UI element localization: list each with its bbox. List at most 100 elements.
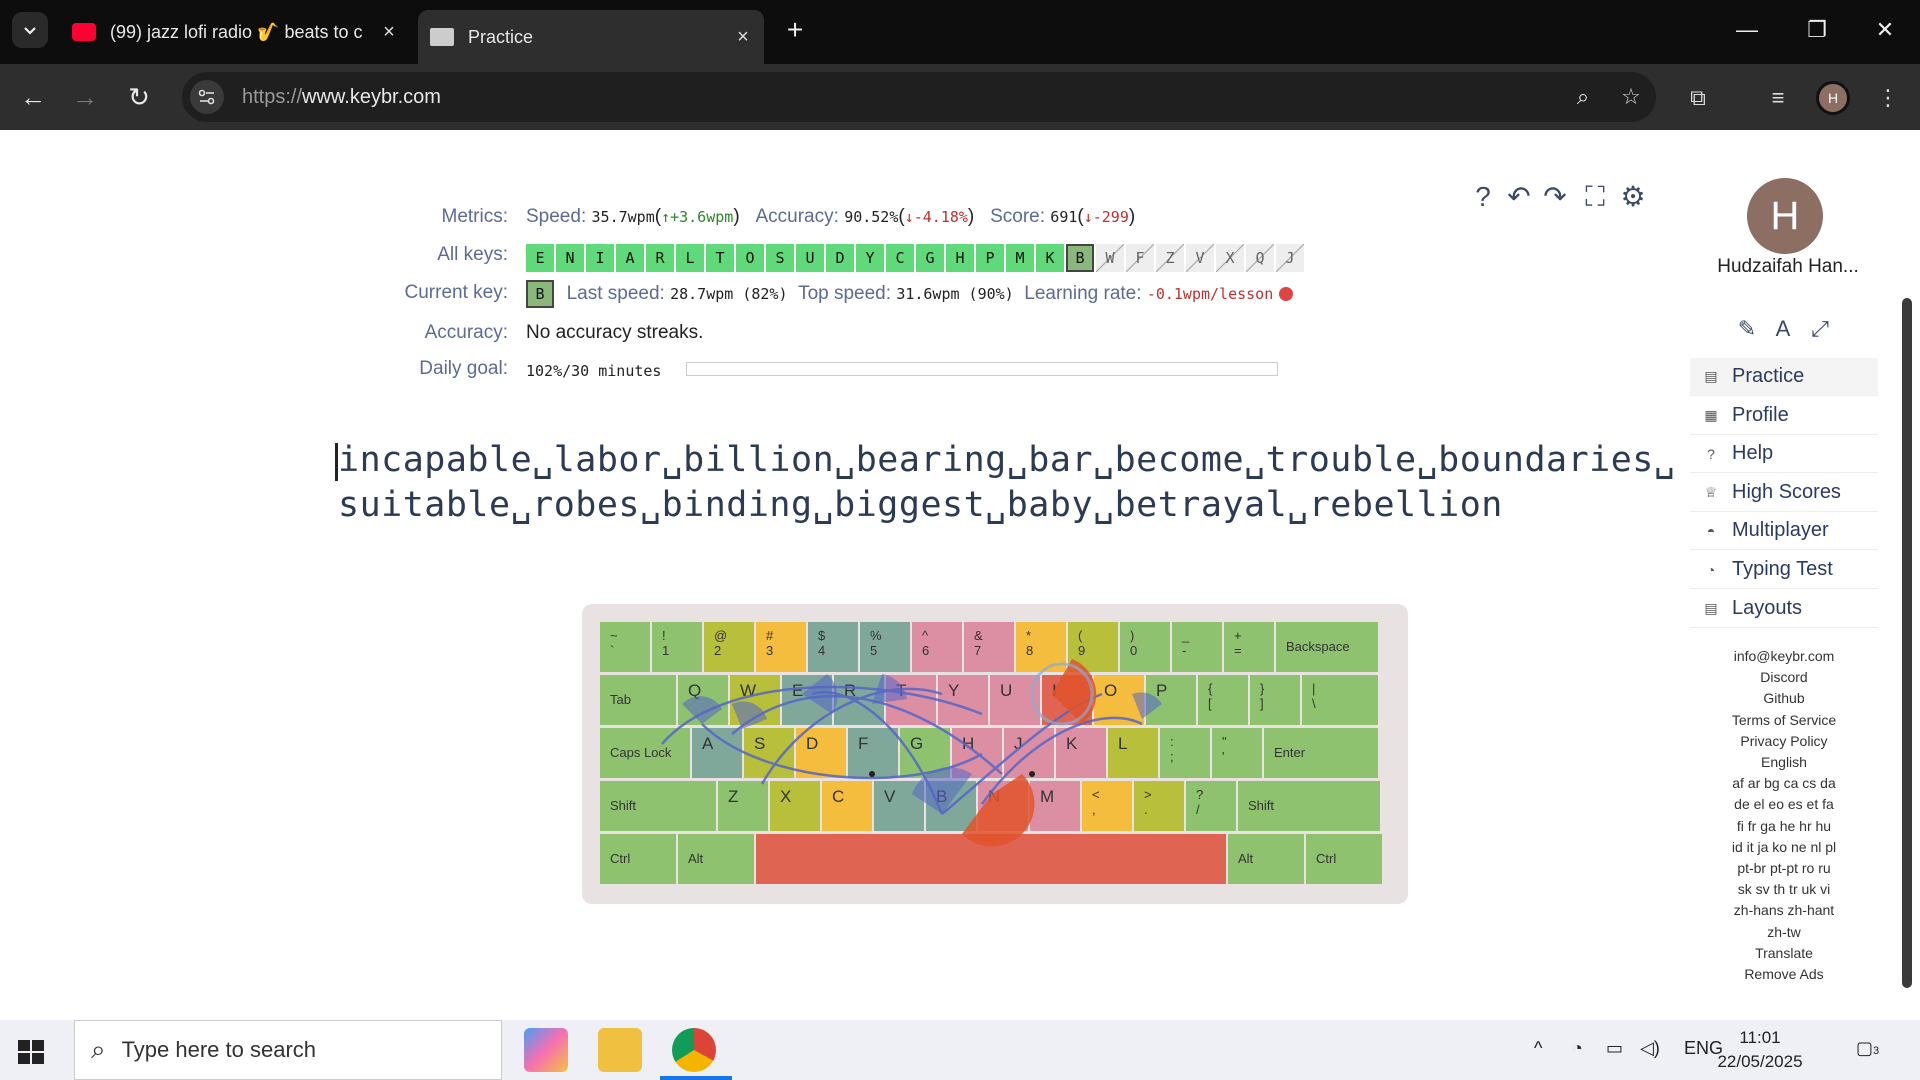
footer-link[interactable]: id it ja ko ne nl pl [1690,839,1878,855]
tab-title: (99) jazz lofi radio 🎷 beats to c [110,21,363,42]
chevron-down-icon [24,27,36,35]
help-icon: ? [1707,445,1715,462]
settings-gear-icon[interactable]: ⚙ [1616,180,1650,214]
practice-text-area[interactable]: incapable␣labor␣billion␣bearing␣bar␣beco… [338,438,1676,528]
close-window-icon[interactable]: ✕ [1860,8,1910,52]
url-scheme: https:// [242,85,303,108]
sidebar-item-profile[interactable]: ▦ Profile [1690,397,1878,435]
font-size-icon[interactable]: A [1766,312,1800,346]
sidebar-item-multiplayer[interactable]: ◓ Multiplayer [1690,512,1878,551]
all-keys-label: All keys: [437,244,508,265]
tray-chevron-icon[interactable]: ^ [1534,1038,1542,1059]
key-chip-g: G [916,244,944,272]
speed-value: 35.7wpm [591,208,655,226]
score-value: 691 [1050,208,1078,226]
sidebar-item-high-scores[interactable]: ♕ High Scores [1690,474,1878,512]
redo-icon[interactable]: ↷ [1538,180,1572,214]
user-avatar[interactable]: H [1747,178,1823,254]
daily-goal-label: Daily goal: [419,358,508,379]
sidebar-item-label: Multiplayer [1732,519,1829,542]
expand-icon[interactable]: ⤢ [1803,312,1837,346]
tab-title: Practice [468,26,534,47]
media-control-icon[interactable]: ≡ [1760,80,1796,116]
bookmark-star-icon[interactable]: ☆ [1614,80,1648,114]
footer-link[interactable]: Translate [1690,945,1878,961]
key-chip-a: A [616,244,644,272]
footer-link[interactable]: zh-hans zh-hant [1690,902,1878,918]
sidebar-item-typing-test[interactable]: ◔ Typing Test [1690,551,1878,589]
sidebar-item-label: Typing Test [1732,558,1833,580]
magic-wand-icon[interactable]: ✎ [1730,312,1764,346]
fullscreen-icon[interactable]: ⛶ [1578,180,1612,214]
restore-icon[interactable]: ❐ [1792,8,1842,52]
profile-avatar[interactable]: H [1816,81,1850,115]
speed-delta: ↑+3.6wpm [661,208,734,226]
key-chip-m: M [1006,244,1034,272]
footer-link[interactable]: Remove Ads [1690,966,1878,982]
site-info-icon[interactable] [190,80,224,114]
current-key-label: Current key: [404,282,508,303]
minimize-icon[interactable]: — [1722,8,1772,52]
close-tab-icon[interactable]: × [376,21,402,44]
reload-icon[interactable]: ↻ [120,78,158,116]
keybr-icon [430,28,454,46]
tab-search-button[interactable] [12,12,48,48]
notification-icon[interactable]: ▢3 [1856,1038,1879,1059]
active-app-indicator [660,1076,732,1080]
car-icon: ◓ [1706,522,1716,539]
sad-face-icon [1278,287,1293,301]
zoom-icon[interactable]: ⌕ [1566,80,1600,114]
footer-link[interactable]: zh-tw [1690,924,1878,940]
file-explorer-icon[interactable] [598,1028,642,1072]
accuracy-value: 90.52% [844,208,899,226]
wifi-icon[interactable]: ◔ [1572,1038,1583,1059]
practice-line: incapable␣labor␣billion␣bearing␣bar␣beco… [338,440,1676,480]
scrollbar-thumb[interactable] [1902,298,1912,988]
current-key-line: B Last speed: 28.7wpm (82%) Top speed: 3… [526,280,1293,308]
key-chip-y: Y [856,244,884,272]
key-chip-f: F [1126,244,1154,272]
speed-label: Speed: [526,206,587,227]
footer-link[interactable]: Terms of Service [1690,712,1878,728]
footer-link[interactable]: Privacy Policy [1690,733,1878,749]
sidebar-item-label: High Scores [1732,480,1841,503]
close-tab-icon[interactable]: × [730,26,756,49]
undo-icon[interactable]: ↶ [1502,180,1536,214]
chrome-icon[interactable] [672,1028,716,1072]
sidebar-item-practice[interactable]: ▤ Practice [1690,358,1878,396]
user-name[interactable]: Hudzaifah Han... [1698,256,1878,278]
windows-start-icon[interactable] [14,1034,48,1068]
tab-youtube[interactable]: (99) jazz lofi radio 🎷 beats to c × [60,10,410,54]
learning-rate-value: -0.1wpm/lesson [1146,285,1274,303]
footer-link[interactable]: pt-br pt-pt ro ru [1690,860,1878,876]
all-keys-list: ENIARLTOSUDYCGHPMKBWFZVXQJ [526,244,1306,272]
footer-link[interactable]: English [1690,754,1878,770]
footer-link[interactable]: fi fr ga he hr hu [1690,818,1878,834]
extensions-icon[interactable]: ⧉ [1680,80,1716,116]
footer-link[interactable]: af ar bg ca cs da [1690,775,1878,791]
footer-link[interactable]: Github [1690,690,1878,706]
footer-link[interactable]: sk sv th tr uk vi [1690,881,1878,897]
battery-icon[interactable]: ▭ [1606,1038,1623,1059]
clock[interactable]: 11:01 22/05/2025 [1710,1026,1810,1074]
copilot-icon[interactable] [524,1028,568,1072]
taskbar-search[interactable]: ⌕ Type here to search [74,1020,502,1080]
tab-strip: (99) jazz lofi radio 🎷 beats to c × Prac… [0,0,1920,64]
sidebar-item-help[interactable]: ? Help [1690,435,1878,474]
key-chip-s: S [766,244,794,272]
help-circle-icon[interactable]: ? [1466,180,1500,214]
tab-practice[interactable]: Practice × [418,10,764,64]
sidebar-item-layouts[interactable]: ▤ Layouts [1690,590,1878,628]
daily-goal-progress-fill [687,363,1277,375]
volume-icon[interactable]: ◁) [1640,1038,1660,1059]
back-icon[interactable]: ← [14,78,52,116]
new-tab-button[interactable]: + [778,14,812,48]
footer-link[interactable]: info@keybr.com [1690,648,1878,664]
address-bar[interactable]: https://www.keybr.com ⌕ ☆ [182,72,1656,122]
forward-icon[interactable]: → [66,78,104,116]
footer-link[interactable]: de el eo es et fa [1690,796,1878,812]
more-menu-icon[interactable]: ⋮ [1870,80,1906,116]
footer-link[interactable]: Discord [1690,669,1878,685]
practice-line: suitable␣robes␣binding␣biggest␣baby␣betr… [338,485,1503,525]
notification-count: 3 [1873,1045,1880,1057]
